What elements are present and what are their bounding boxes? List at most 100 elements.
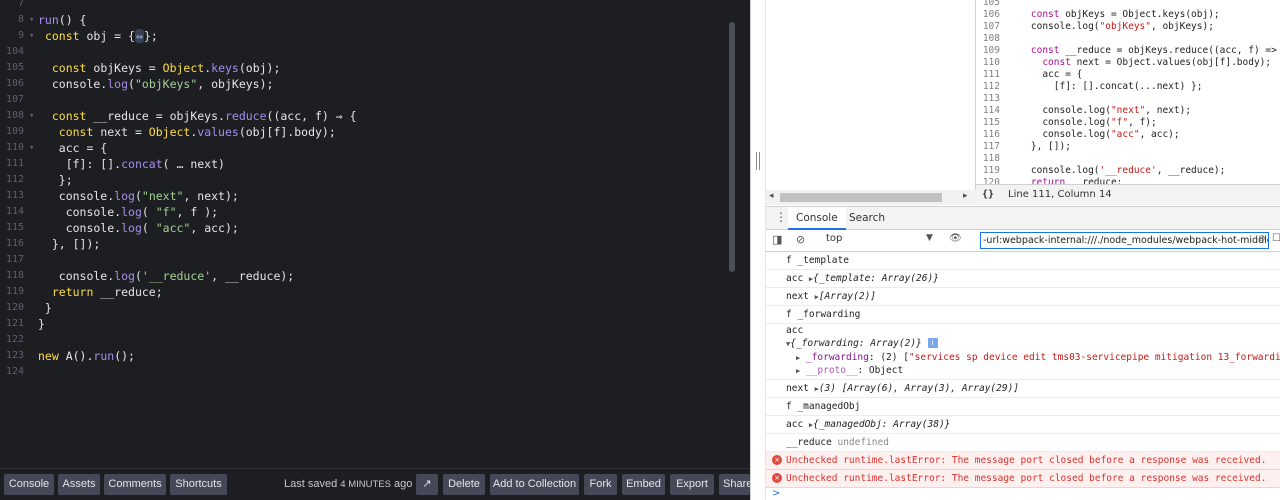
- source-line[interactable]: 110 const next = Object.values(obj[f].bo…: [976, 57, 1280, 69]
- source-line[interactable]: 116 console.log("acc", acc);: [976, 129, 1280, 141]
- console-output[interactable]: f _template acc ▶{_template: Array(26)} …: [766, 252, 1280, 500]
- log-object[interactable]: {_managedObj: Array(38)}: [813, 419, 950, 430]
- clear-console-icon[interactable]: ⊘: [796, 233, 805, 246]
- more-options-icon[interactable]: ⋮: [775, 210, 787, 224]
- code-line[interactable]: 105 const objKeys = Object.keys(obj);: [0, 60, 730, 76]
- code-line[interactable]: 123 new A().run();: [0, 348, 730, 364]
- delete-button[interactable]: Delete: [443, 474, 485, 495]
- embed-button[interactable]: Embed: [622, 474, 665, 495]
- source-line[interactable]: 118: [976, 153, 1280, 165]
- log-object[interactable]: {_template: Array(26)}: [813, 273, 939, 284]
- context-select[interactable]: top: [826, 233, 842, 244]
- line-number[interactable]: 114: [976, 105, 1000, 117]
- code-line[interactable]: 110 ▾ acc = {: [0, 140, 730, 156]
- line-number[interactable]: 110: [976, 57, 1000, 69]
- open-external-button[interactable]: ↗: [416, 474, 438, 495]
- line-number[interactable]: 113: [976, 93, 1000, 105]
- assets-button[interactable]: Assets: [58, 474, 100, 495]
- fold-arrow-icon[interactable]: ▾: [29, 140, 34, 156]
- line-number[interactable]: 109: [976, 45, 1000, 57]
- code-line[interactable]: 113 console.log("next", next);: [0, 188, 730, 204]
- source-line[interactable]: 111 acc = {: [976, 69, 1280, 81]
- fold-arrow-icon[interactable]: ▾: [29, 108, 34, 124]
- code-line[interactable]: 118 console.log('__reduce', __reduce);: [0, 268, 730, 284]
- code-line[interactable]: 115 console.log( "acc", acc);: [0, 220, 730, 236]
- console-button[interactable]: Console: [4, 474, 54, 495]
- expand-triangle-icon[interactable]: ▶: [796, 354, 800, 362]
- code-line[interactable]: 124: [0, 364, 730, 380]
- sources-code-view[interactable]: 105 106 const objKeys = Object.keys(obj);…: [976, 0, 1280, 184]
- panel-splitter[interactable]: [750, 0, 766, 500]
- line-number[interactable]: 115: [976, 117, 1000, 129]
- code-line[interactable]: 122: [0, 332, 730, 348]
- code-line[interactable]: 8 ▾ run() {: [0, 12, 730, 28]
- clear-filter-icon[interactable]: ⊗: [1258, 234, 1266, 244]
- horizontal-scrollbar[interactable]: ◂ ▸: [766, 190, 976, 205]
- source-line[interactable]: 117 }, []);: [976, 141, 1280, 153]
- line-number[interactable]: 119: [976, 165, 1000, 177]
- source-line[interactable]: 115 console.log("f", f);: [976, 117, 1280, 129]
- code-line[interactable]: 7: [0, 0, 730, 12]
- source-line[interactable]: 106 const objKeys = Object.keys(obj);: [976, 9, 1280, 21]
- export-button[interactable]: Export: [670, 474, 714, 495]
- code-line[interactable]: 116 }, []);: [0, 236, 730, 252]
- source-line[interactable]: 105: [976, 0, 1280, 9]
- fork-button[interactable]: Fork: [584, 474, 617, 495]
- pretty-print-icon[interactable]: {}: [982, 185, 994, 205]
- eye-icon[interactable]: 👁: [949, 233, 962, 244]
- source-line[interactable]: 108: [976, 33, 1280, 45]
- log-object[interactable]: [Array(2)]: [819, 291, 876, 302]
- code-line[interactable]: 104: [0, 44, 730, 60]
- line-number[interactable]: 106: [976, 9, 1000, 21]
- source-line[interactable]: 119 console.log('__reduce', __reduce);: [976, 165, 1280, 177]
- scrollbar-thumb[interactable]: [780, 193, 942, 202]
- source-line[interactable]: 112 [f]: [].concat(...next) };: [976, 81, 1280, 93]
- editor-scrollbar[interactable]: [729, 22, 735, 272]
- scroll-left-icon[interactable]: ◂: [769, 191, 774, 201]
- code-line[interactable]: 121}: [0, 316, 730, 332]
- code-line[interactable]: 108 ▾ const __reduce = objKeys.reduce((ac…: [0, 108, 730, 124]
- line-number[interactable]: 116: [976, 129, 1000, 141]
- line-number[interactable]: 105: [976, 0, 1000, 9]
- line-number[interactable]: 118: [976, 153, 1000, 165]
- tab-console[interactable]: Console: [788, 207, 846, 230]
- source-line[interactable]: 109 const __reduce = objKeys.reduce((acc…: [976, 45, 1280, 57]
- settings-checkbox-icon[interactable]: ☐: [1272, 233, 1280, 244]
- chevron-down-icon[interactable]: ▼: [926, 233, 933, 243]
- code-line[interactable]: 111 [f]: [].concat( … next): [0, 156, 730, 172]
- code-line[interactable]: 112 };: [0, 172, 730, 188]
- fold-arrow-icon[interactable]: ▾: [29, 28, 34, 44]
- shortcuts-button[interactable]: Shortcuts: [170, 474, 227, 495]
- expand-triangle-icon[interactable]: ▶: [796, 367, 800, 375]
- code-line[interactable]: 106 console.log("objKeys", objKeys);: [0, 76, 730, 92]
- code-line[interactable]: 117: [0, 252, 730, 268]
- add-to-collection-button[interactable]: Add to Collection: [490, 474, 579, 495]
- source-line[interactable]: 113: [976, 93, 1280, 105]
- share-button[interactable]: Share: [719, 474, 750, 495]
- line-number[interactable]: 107: [976, 21, 1000, 33]
- code-line[interactable]: 107: [0, 92, 730, 108]
- log-object[interactable]: (3) [Array(6), Array(3), Array(29)]: [819, 383, 1019, 394]
- code-editor[interactable]: 7 8 ▾ run() {9 ▾ const obj = {⇔}; 104 105 cons…: [0, 0, 750, 468]
- source-line[interactable]: 120 return __reduce;: [976, 177, 1280, 184]
- code-line[interactable]: 114 console.log( "f", f );: [0, 204, 730, 220]
- comments-button[interactable]: Comments: [104, 474, 166, 495]
- sources-navigator[interactable]: ◂ ▸: [766, 0, 976, 205]
- fold-arrow-icon[interactable]: ▾: [29, 12, 34, 28]
- log-object[interactable]: {_forwarding: Array(2)}: [790, 338, 922, 349]
- line-number[interactable]: 111: [976, 69, 1000, 81]
- line-number[interactable]: 117: [976, 141, 1000, 153]
- line-number[interactable]: 120: [976, 177, 1000, 184]
- code-line[interactable]: 120 }: [0, 300, 730, 316]
- source-line[interactable]: 107 console.log("objKeys", objKeys);: [976, 21, 1280, 33]
- code-line[interactable]: 119 return __reduce;: [0, 284, 730, 300]
- console-filter-input[interactable]: -url:webpack-internal:///./node_modules/…: [980, 232, 1269, 249]
- info-icon[interactable]: i: [927, 338, 938, 348]
- tab-search[interactable]: Search: [841, 207, 893, 230]
- line-number[interactable]: 108: [976, 33, 1000, 45]
- source-line[interactable]: 114 console.log("next", next);: [976, 105, 1280, 117]
- console-prompt[interactable]: >: [772, 488, 780, 499]
- code-line[interactable]: 9 ▾ const obj = {⇔};: [0, 28, 730, 44]
- code-line[interactable]: 109 const next = Object.values(obj[f].bo…: [0, 124, 730, 140]
- line-number[interactable]: 112: [976, 81, 1000, 93]
